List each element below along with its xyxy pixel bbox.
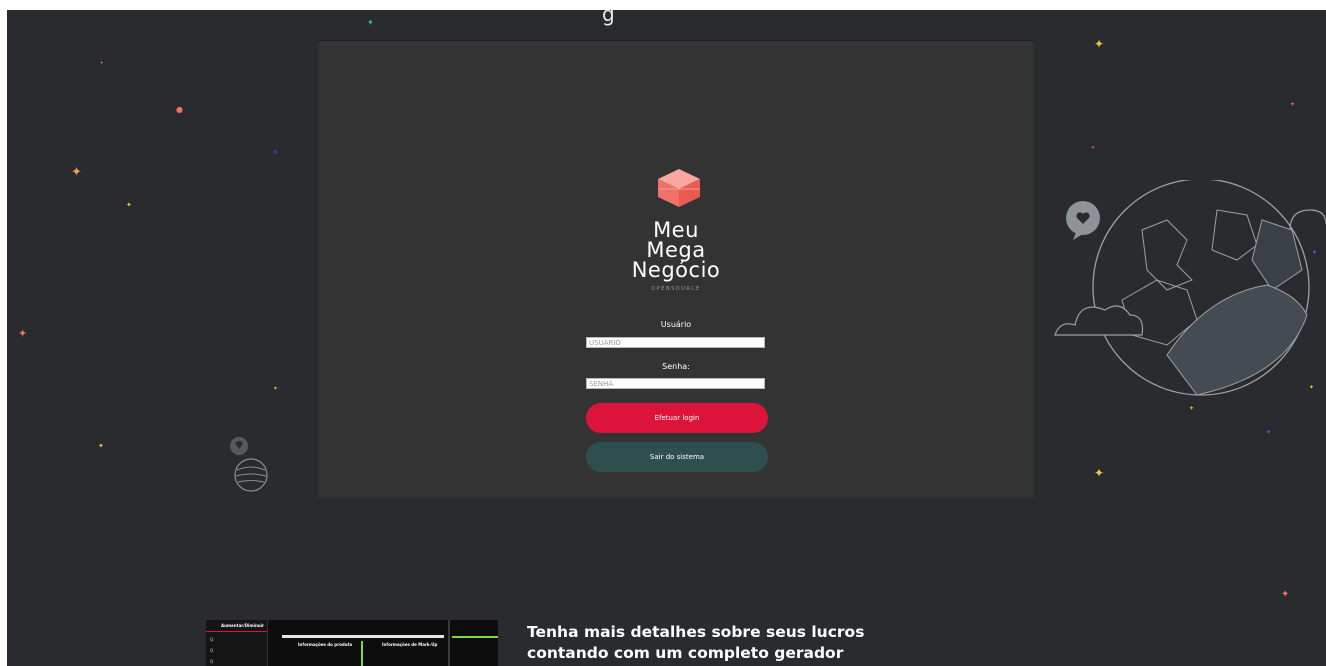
preview-menu-item: Q [210, 648, 214, 653]
star-decoration: ✦ [1094, 37, 1105, 51]
preview-search-bar [282, 635, 444, 638]
preview-highlight [452, 636, 498, 638]
star-decoration: ✦ [1290, 101, 1296, 108]
preview-sidebar: Aumentar/Diminuir Q Q Q [206, 620, 268, 666]
preview-sidebar-accent [206, 631, 267, 632]
star-decoration: ✦ [367, 18, 374, 27]
star-decoration: ✦ [18, 327, 28, 340]
brand-name-line3: Negócio [631, 258, 721, 282]
page-heading-fragment: g [602, 10, 615, 26]
password-label: Senha: [662, 362, 690, 371]
star-decoration: ✦ [1189, 405, 1195, 412]
page-background: g ✦ ✦ ● ✧ ✦ ✦ ✦ ▾ ✦ ✦ ✦ ✦ ✦ ✦ ✦ ✦ ✦ ✦ Me… [7, 10, 1326, 666]
star-decoration: ✧ [272, 148, 279, 157]
preview-menu-item: Q [210, 637, 214, 642]
star-decoration: ✦ [1281, 589, 1290, 600]
promo-preview-image: Aumentar/Diminuir Q Q Q Informações do p… [206, 620, 498, 666]
star-decoration: ✦ [1091, 145, 1096, 151]
login-panel: Meu Mega Negócio OPENSOURCE Usuário Senh… [318, 40, 1034, 498]
brand-name-line1: Meu [653, 218, 699, 242]
globe-illustration [1054, 180, 1326, 396]
password-input[interactable] [586, 378, 765, 389]
preview-sidebar-title: Aumentar/Diminuir [221, 623, 264, 628]
username-input[interactable] [586, 337, 765, 348]
preview-divider [448, 620, 450, 666]
star-decoration: ● [176, 105, 183, 114]
preview-divider [361, 641, 363, 666]
username-label: Usuário [660, 320, 692, 329]
login-button[interactable]: Efetuar login [586, 403, 768, 433]
star-decoration: ✦ [98, 442, 104, 450]
promo-headline-line1: Tenha mais detalhes sobre seus lucros [527, 623, 865, 641]
promo-headline: Tenha mais detalhes sobre seus lucros co… [527, 622, 887, 664]
star-decoration: ✦ [126, 201, 132, 209]
preview-section-product: Informações do produto [298, 642, 353, 647]
brand-name-line2: Mega [646, 238, 706, 262]
preview-menu-item: Q [210, 659, 214, 664]
planet-illustration [230, 437, 268, 492]
exit-button[interactable]: Sair do sistema [586, 442, 768, 472]
star-decoration: ✦ [100, 60, 104, 65]
cube-logo-icon [658, 169, 700, 207]
preview-section-markup: Informações de Mark-Up [382, 642, 438, 647]
star-decoration: ✦ [1094, 466, 1105, 480]
star-decoration: ✦ [71, 165, 82, 180]
promo-headline-line2: contando com um completo gerador [527, 644, 844, 662]
brand-subtitle: OPENSOURCE [651, 286, 701, 292]
star-decoration: ✦ [1266, 429, 1272, 436]
star-decoration: ▾ [274, 385, 278, 392]
